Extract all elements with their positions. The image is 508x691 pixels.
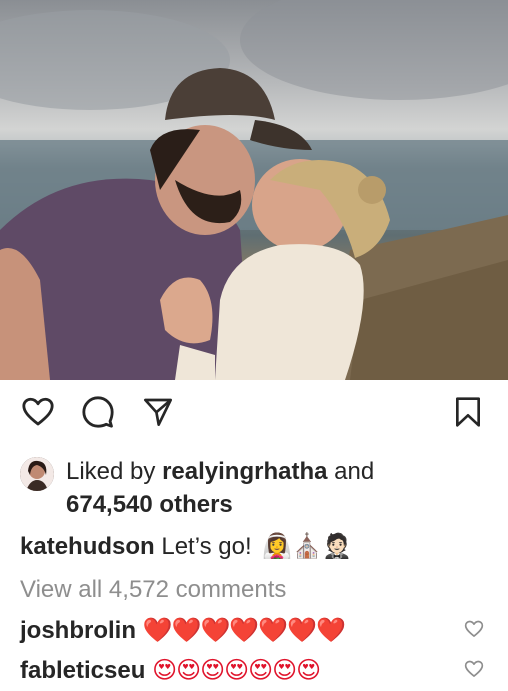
liker-username[interactable]: realyingrhatha [162,458,327,485]
comment-button[interactable] [78,392,118,432]
bookmark-icon [456,397,480,427]
view-all-comments-link[interactable]: View all 4,572 comments [20,574,286,606]
comment-like-button[interactable] [462,657,486,681]
couple-photo-illustration [0,0,508,380]
comment-author[interactable]: joshbrolin [20,617,136,644]
caption-author[interactable]: katehudson [20,533,155,560]
like-button[interactable] [18,392,58,432]
comment-like-button[interactable] [462,617,486,641]
post-photo[interactable] [0,0,508,380]
save-button[interactable] [448,392,488,432]
likes-text: Liked by realyingrhatha and 674,540 othe… [66,455,374,521]
comment-text: 😍😍😍😍😍😍😍 [152,656,321,684]
heart-outline-icon [22,397,54,426]
liker-avatar[interactable] [20,457,54,491]
speech-bubble-icon [82,396,114,428]
comment-text: ❤️❤️❤️❤️❤️❤️❤️ [142,616,346,644]
avatar-image [20,457,54,491]
likes-conjunction: and [334,458,375,485]
comment-author[interactable]: fableticseu [20,657,145,684]
share-button[interactable] [138,392,178,432]
likes-prefix: Liked by [66,458,156,485]
small-heart-icon [464,660,484,677]
comment-item: fableticseu 😍😍😍😍😍😍😍 [20,654,321,687]
post-caption: katehudson Let’s go! 👰‍♀️⛪🤵🏻 [20,530,352,563]
post-actions-bar [0,392,508,440]
small-heart-icon [464,620,484,637]
caption-text: Let’s go! [161,533,252,560]
paper-plane-icon [144,398,172,426]
caption-emojis: 👰‍♀️⛪🤵🏻 [262,532,352,560]
comment-item: joshbrolin ❤️❤️❤️❤️❤️❤️❤️ [20,614,346,647]
likes-others-count[interactable]: 674,540 others [66,491,233,518]
